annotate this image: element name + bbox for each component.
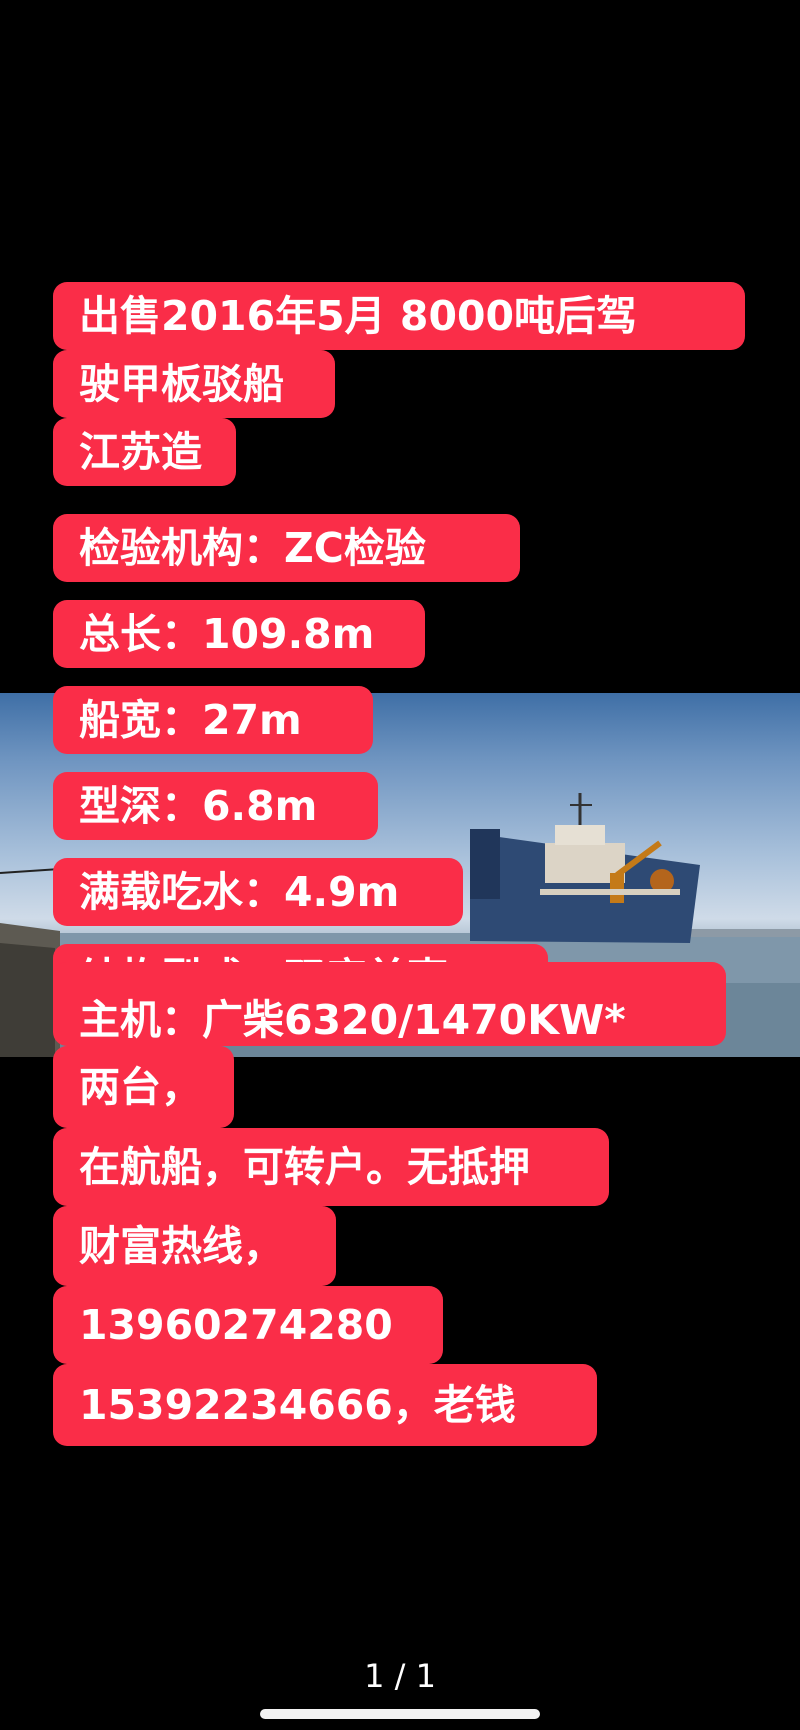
listing-line-1: 出售2016年5月 8000吨后驾: [53, 282, 745, 350]
listing-line-6: 船宽：27m: [53, 686, 373, 754]
listing-line-8: 满载吃水：4.9m: [53, 858, 463, 926]
listing-line-7: 型深：6.8m: [53, 772, 378, 840]
home-indicator-bar[interactable]: [260, 1709, 540, 1719]
listing-line-11: 两台，: [53, 1046, 234, 1128]
listing-text: 出售2016年5月 8000吨后驾 驶甲板驳船 江苏造 检验机构：ZC检验 总长…: [53, 282, 745, 1446]
page-indicator: 1 / 1: [364, 1657, 436, 1695]
listing-line-3: 江苏造: [53, 418, 236, 486]
listing-line-14: 13960274280: [53, 1286, 443, 1364]
listing-line-4: 检验机构：ZC检验: [53, 514, 520, 582]
listing-line-13: 财富热线，: [53, 1206, 336, 1286]
listing-line-2: 驶甲板驳船: [53, 350, 335, 418]
listing-line-10: 主机：广柴6320/1470KW*: [53, 962, 726, 1046]
listing-line-15: 15392234666，老钱: [53, 1364, 597, 1446]
listing-line-12: 在航船，可转户。无抵押: [53, 1128, 609, 1206]
listing-line-5: 总长：109.8m: [53, 600, 425, 668]
